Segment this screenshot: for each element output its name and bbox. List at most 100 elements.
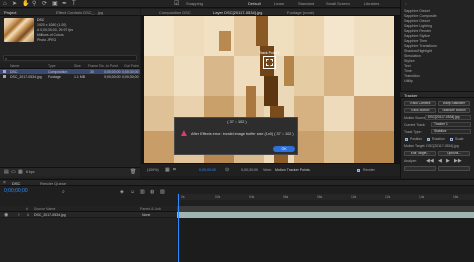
effects-category[interactable]: Transition xyxy=(404,74,420,78)
grid-icon[interactable]: ▦ xyxy=(165,167,170,173)
reset-button[interactable] xyxy=(404,166,436,171)
effects-category[interactable]: Sapphire Render xyxy=(404,29,431,33)
interpret-footage-icon[interactable]: ▤ xyxy=(4,169,9,175)
stabilize-motion-button[interactable]: Stabilize Motion xyxy=(438,108,470,113)
warp-stabilizer-button[interactable]: Warp Stabilizer xyxy=(438,101,470,106)
col-out-point[interactable]: Out Point xyxy=(124,64,139,68)
effects-category[interactable]: Sapphire Transitions xyxy=(404,44,437,48)
effects-category[interactable]: Shadow/Highlight xyxy=(404,49,432,53)
tab-footage[interactable]: Footage (none) xyxy=(287,10,314,15)
delete-icon[interactable]: 🗑 xyxy=(130,169,136,175)
layer-number: 1 xyxy=(27,213,29,217)
workspace-default[interactable]: Default xyxy=(248,1,261,6)
effects-category[interactable]: Stylize xyxy=(404,59,415,63)
row-type: Footage xyxy=(48,74,61,79)
col-size[interactable]: Size xyxy=(74,64,81,68)
workspace-learn[interactable]: Learn xyxy=(274,1,284,6)
effects-category[interactable]: Sapphire Lighting xyxy=(404,24,432,28)
workspace-libraries[interactable]: Libraries xyxy=(364,1,379,6)
effects-category[interactable]: Utility xyxy=(404,79,413,83)
layer-source-name: DSC_2017-0534.jpg xyxy=(34,213,66,217)
ok-button[interactable]: OK xyxy=(273,146,295,152)
camera-snapshot-icon[interactable]: ⊙ xyxy=(225,167,229,173)
ruler-mark: 16s xyxy=(453,195,459,199)
tab-project[interactable]: Project xyxy=(4,10,16,15)
search-icon[interactable]: ⌕ xyxy=(62,189,65,195)
view-dropdown[interactable]: Motion Tracker Points xyxy=(275,168,310,172)
work-area-bar[interactable] xyxy=(177,206,474,212)
timeline-layer-empty-area xyxy=(0,218,177,262)
analyze-back-icon[interactable]: ◀◀ xyxy=(426,158,434,164)
selection-tool-icon[interactable]: ➤ xyxy=(12,1,17,7)
col-in-point[interactable]: In Point xyxy=(106,64,118,68)
snapping-checkbox[interactable]: ☑ xyxy=(174,1,179,7)
analyze-back-frame-icon[interactable]: ◀ xyxy=(438,158,442,164)
col-source-name[interactable]: Source Name xyxy=(34,207,55,211)
bpc-label[interactable]: 8 bpc xyxy=(26,170,35,174)
effects-category[interactable]: Simulation xyxy=(404,54,421,58)
scale-checkbox[interactable] xyxy=(450,138,453,141)
current-track-select[interactable]: Tracker 1 xyxy=(431,122,471,127)
edit-target-button[interactable]: Edit Target... xyxy=(404,151,436,156)
effects-category[interactable]: Sapphire Composite xyxy=(404,14,437,18)
layer-parent-select[interactable]: None xyxy=(142,213,150,217)
track-type-select[interactable]: Stabilize xyxy=(431,129,471,134)
row-type: Composition xyxy=(48,69,68,74)
search-icon[interactable]: ⌕ xyxy=(405,2,407,6)
project-row-footage[interactable]: DSC_2017-0534.jpg Footage 1.1 MB 0;00;00… xyxy=(0,74,140,79)
analyze-forward-frame-icon[interactable]: ▶ xyxy=(446,158,450,164)
layer-duration-bar[interactable] xyxy=(177,212,474,218)
render-checkbox[interactable] xyxy=(357,169,360,172)
graph-editor-icon[interactable]: ▧ xyxy=(160,189,165,195)
pen-tool-icon[interactable]: ✒ xyxy=(62,1,67,7)
frame-blending-icon[interactable]: ▥ xyxy=(140,189,145,195)
track-motion-button[interactable]: Track Motion xyxy=(404,108,436,113)
time-ruler[interactable]: 0s 02s 04s 06s 08s 10s 12s 14s 16s xyxy=(177,194,474,200)
position-checkbox[interactable] xyxy=(405,138,408,141)
timeline-timecode[interactable]: 0;00;00;00 xyxy=(4,188,28,194)
meta-dimensions: 1920 x 1080 (1.00) xyxy=(37,23,67,27)
draft-3d-icon[interactable]: ◈ xyxy=(120,189,124,195)
col-type[interactable]: Type xyxy=(48,64,56,68)
workspace-small-screen[interactable]: Small Screen xyxy=(326,1,350,6)
tab-composition[interactable]: Composition DSC xyxy=(159,10,191,15)
track-camera-button[interactable]: Track Camera xyxy=(404,101,436,106)
project-search-input[interactable]: ⌕ xyxy=(3,55,137,61)
rotation-checkbox[interactable] xyxy=(427,138,430,141)
effects-category[interactable]: Sapphire Distort xyxy=(404,19,430,23)
col-frame-rate[interactable]: Frame Ra… xyxy=(88,64,107,68)
dialog-message: After Effects error: invalid image buffe… xyxy=(191,132,294,136)
current-time-indicator[interactable] xyxy=(178,194,179,262)
current-time[interactable]: 0;00;00;00 xyxy=(199,168,216,172)
effects-category[interactable]: Time xyxy=(404,69,412,73)
after-effects-logo-icon: ▲ xyxy=(179,128,189,139)
effects-category[interactable]: Text xyxy=(404,64,411,68)
col-name[interactable]: Name xyxy=(10,64,19,68)
tab-layer[interactable]: Layer DSC[20117-0534].jpg xyxy=(213,10,262,15)
rotate-tool-icon[interactable]: ⟳ xyxy=(42,1,47,7)
col-parent-link[interactable]: Parent & Link xyxy=(140,207,161,211)
tracker-title[interactable]: Tracker xyxy=(404,93,417,98)
col-layer-number: # xyxy=(26,207,28,211)
zoom-tool-icon[interactable]: ⚲ xyxy=(32,1,36,7)
zoom-level[interactable]: (100%) xyxy=(147,168,159,172)
tab-effect-controls[interactable]: Effect Controls DSC_…jpg xyxy=(56,10,103,15)
fit-icon[interactable]: ⌗ xyxy=(173,167,176,173)
camera-tool-icon[interactable]: ▣ xyxy=(52,1,58,7)
shy-layers-icon[interactable]: ☺ xyxy=(130,189,135,195)
options-button[interactable]: Options... xyxy=(438,151,470,156)
motion-blur-icon[interactable]: ◍ xyxy=(150,189,154,195)
new-folder-icon[interactable]: ▭ xyxy=(11,169,16,175)
apply-button[interactable] xyxy=(438,166,470,171)
track-point-feature-region[interactable] xyxy=(266,59,273,66)
effects-category[interactable]: Sapphire Distort xyxy=(404,9,430,13)
hand-tool-icon[interactable]: ✋ xyxy=(22,1,29,7)
analyze-forward-icon[interactable]: ▶▶ xyxy=(454,158,462,164)
effects-category[interactable]: Sapphire Time xyxy=(404,39,427,43)
motion-source-select[interactable]: DSC[20117-0534].jpg xyxy=(425,115,471,120)
text-tool-icon[interactable]: T xyxy=(72,1,76,7)
workspace-standard[interactable]: Standard xyxy=(298,1,314,6)
new-comp-icon[interactable]: ▦ xyxy=(18,169,23,175)
effects-category[interactable]: Sapphire Stylize xyxy=(404,34,430,38)
home-icon[interactable]: ⌂ xyxy=(3,1,7,7)
